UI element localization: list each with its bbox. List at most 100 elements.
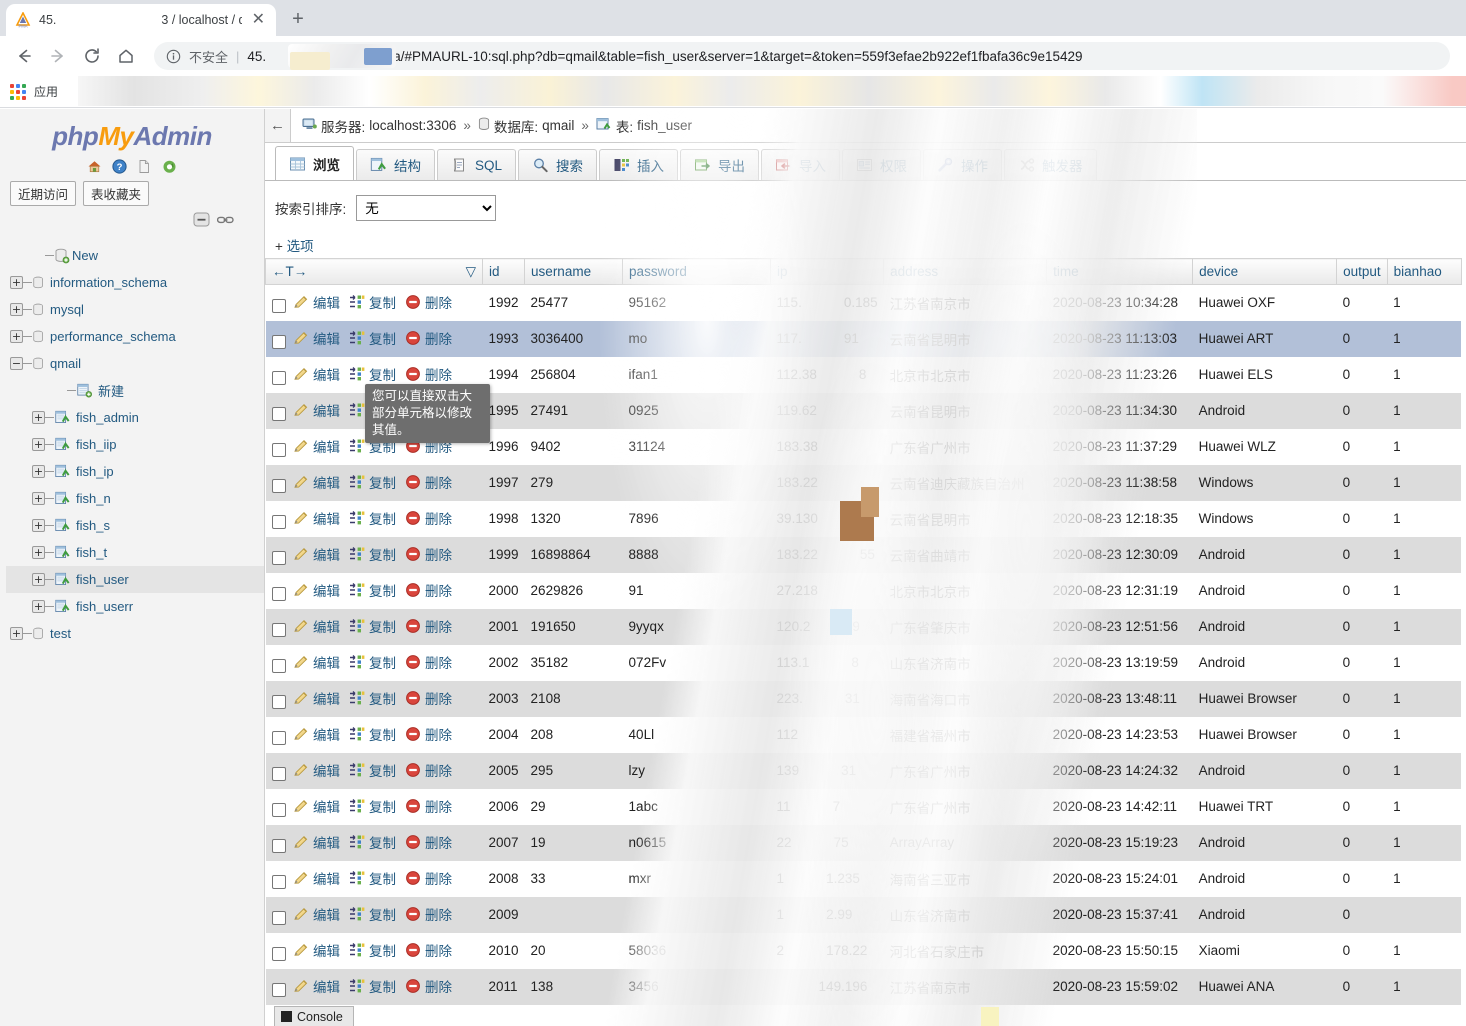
table-row[interactable]: 编辑 复制 删除 1999 16898864 8888 183.22 55 云南省曲靖市 2020…	[265, 536, 1462, 573]
cell-username[interactable]: 27491	[524, 392, 623, 429]
cell-device[interactable]: Huawei Browser	[1192, 716, 1337, 753]
tab-insert[interactable]: 插入	[599, 149, 679, 180]
row-checkbox[interactable]	[271, 983, 286, 998]
back-arrow-icon[interactable]: ←	[265, 109, 291, 142]
cell-username[interactable]: 208	[524, 716, 623, 753]
cell-bianhao[interactable]: 1	[1387, 284, 1462, 321]
row-action-pencil[interactable]: 编辑	[293, 580, 340, 600]
cell-output[interactable]: 0	[1336, 896, 1388, 933]
cell-address[interactable]: 福建省福州市	[883, 716, 1047, 753]
row-checkbox[interactable]	[271, 515, 286, 530]
cell-address[interactable]: 河北省石家庄市	[883, 932, 1047, 969]
cell-time[interactable]: 2020-08-23 13:19:59	[1046, 644, 1193, 681]
cell-password[interactable]: 95162	[622, 284, 771, 321]
cell-id[interactable]: 2004	[482, 716, 525, 753]
cell-username[interactable]: 9402	[524, 428, 623, 465]
cell-username[interactable]: 1320	[524, 500, 623, 537]
cell-time[interactable]: 2020-08-23 15:24:01	[1046, 860, 1193, 897]
tree-node-performance_schema[interactable]: + performance_schema	[6, 323, 264, 350]
cell-ip[interactable]: 223. 31	[770, 680, 884, 717]
cell-time[interactable]: 2020-08-23 12:30:09	[1046, 536, 1193, 573]
cell-id[interactable]: 1997	[482, 464, 525, 501]
tree-expander[interactable]: +	[32, 465, 45, 478]
cell-username[interactable]: 279	[524, 464, 623, 501]
cell-address[interactable]: 山东省济南市	[883, 644, 1047, 681]
tab-browse[interactable]: 浏览	[275, 146, 354, 180]
column-header-device[interactable]: device	[1192, 258, 1338, 285]
cell-username[interactable]: 295	[524, 752, 623, 789]
cell-address[interactable]: 广东省广州市	[883, 788, 1047, 825]
cell-id[interactable]: 2010	[482, 932, 525, 969]
cell-device[interactable]: Huawei WLZ	[1192, 428, 1337, 465]
row-action-pencil[interactable]: 编辑	[293, 436, 340, 456]
tree-expander[interactable]: +	[32, 492, 45, 505]
row-action-copy[interactable]: 复制	[349, 580, 396, 600]
help-icon[interactable]: ?	[111, 158, 128, 175]
cell-time[interactable]: 2020-08-23 14:24:32	[1046, 752, 1193, 789]
row-action-delete[interactable]: 删除	[405, 364, 452, 384]
cell-username[interactable]: 2629826	[524, 572, 623, 609]
cell-id[interactable]: 2001	[482, 608, 525, 645]
cell-time[interactable]: 2020-08-23 14:23:53	[1046, 716, 1193, 753]
cell-bianhao[interactable]: 1	[1387, 788, 1462, 825]
row-action-pencil[interactable]: 编辑	[293, 508, 340, 528]
row-action-pencil[interactable]: 编辑	[293, 364, 340, 384]
cell-id[interactable]: 2003	[482, 680, 525, 717]
cell-output[interactable]: 0	[1336, 500, 1388, 537]
cell-bianhao[interactable]: 1	[1387, 356, 1462, 393]
cell-bianhao[interactable]: 1	[1387, 572, 1462, 609]
cell-time[interactable]: 2020-08-23 15:19:23	[1046, 824, 1193, 861]
tree-node-fish_ip[interactable]: + fish_ip	[6, 458, 264, 485]
row-action-pencil[interactable]: 编辑	[293, 760, 340, 780]
cell-output[interactable]: 0	[1336, 464, 1388, 501]
cell-id[interactable]: 2002	[482, 644, 525, 681]
cell-bianhao[interactable]: 1	[1387, 392, 1462, 429]
row-action-delete[interactable]: 删除	[405, 508, 452, 528]
cell-id[interactable]: 1993	[482, 320, 525, 357]
cell-output[interactable]: 0	[1336, 860, 1388, 897]
cell-bianhao[interactable]: 1	[1387, 428, 1462, 465]
cell-address[interactable]: 云南省昆明市	[883, 320, 1047, 357]
cell-username[interactable]: 29	[524, 788, 623, 825]
cell-password[interactable]	[622, 896, 771, 933]
row-checkbox[interactable]	[271, 947, 286, 962]
tab-import[interactable]: 导入	[761, 149, 841, 180]
breadcrumb-database[interactable]: 数据库: qmail	[478, 116, 574, 136]
cell-ip[interactable]: 183.38	[770, 428, 884, 465]
cell-password[interactable]: 0925	[622, 392, 771, 429]
close-icon[interactable]: ✕	[249, 12, 268, 28]
cell-username[interactable]: 19	[524, 824, 623, 861]
cell-output[interactable]: 0	[1336, 572, 1388, 609]
cell-time[interactable]: 2020-08-23 15:50:15	[1046, 932, 1193, 969]
cell-ip[interactable]: 11 7	[770, 788, 884, 825]
cell-bianhao[interactable]: 1	[1387, 536, 1462, 573]
tree-node-information_schema[interactable]: + information_schema	[6, 269, 264, 296]
cell-password[interactable]: 91	[622, 572, 771, 609]
cell-password[interactable]: 58036	[622, 932, 771, 969]
info-circle-icon[interactable]	[166, 49, 181, 64]
cell-bianhao[interactable]: 1	[1387, 824, 1462, 861]
cell-username[interactable]: 35182	[524, 644, 623, 681]
cell-address[interactable]: 北京市北京市	[883, 572, 1047, 609]
home-icon[interactable]	[110, 40, 142, 72]
row-action-delete[interactable]: 删除	[405, 292, 452, 312]
cell-output[interactable]: 0	[1336, 356, 1388, 393]
row-action-copy[interactable]: 复制	[349, 292, 396, 312]
tree-node-fish_user[interactable]: + fish_user	[6, 566, 264, 593]
cell-device[interactable]: Android	[1192, 392, 1337, 429]
tree-expander[interactable]: −	[10, 357, 23, 370]
cell-password[interactable]: 072Fv	[622, 644, 771, 681]
cell-time[interactable]: 2020-08-23 15:59:02	[1046, 968, 1193, 1005]
table-row[interactable]: 编辑 复制 删除 2007 19 n0615 22 75 ArrayArray 2020-08-2…	[265, 824, 1462, 861]
cell-address[interactable]: 海南省三亚市	[883, 860, 1047, 897]
cell-username[interactable]: 16898864	[524, 536, 623, 573]
column-header-id[interactable]: id	[481, 258, 526, 285]
cell-bianhao[interactable]: 1	[1387, 968, 1462, 1005]
options-toggle[interactable]: + 选项	[265, 221, 1466, 258]
table-row[interactable]: 编辑 复制 删除 1998 1320 7896 39.130 云南省昆明市 2020-08-23…	[265, 500, 1462, 537]
cell-time[interactable]: 2020-08-23 11:37:29	[1046, 428, 1193, 465]
table-row[interactable]: 编辑 复制 删除 2011 138 3456 149.196 江苏省南京市 2020-08-23…	[265, 968, 1462, 1005]
column-header-time[interactable]: time	[1046, 258, 1194, 285]
column-header-username[interactable]: username	[524, 258, 624, 285]
column-header-bianhao[interactable]: bianhao	[1386, 258, 1462, 285]
